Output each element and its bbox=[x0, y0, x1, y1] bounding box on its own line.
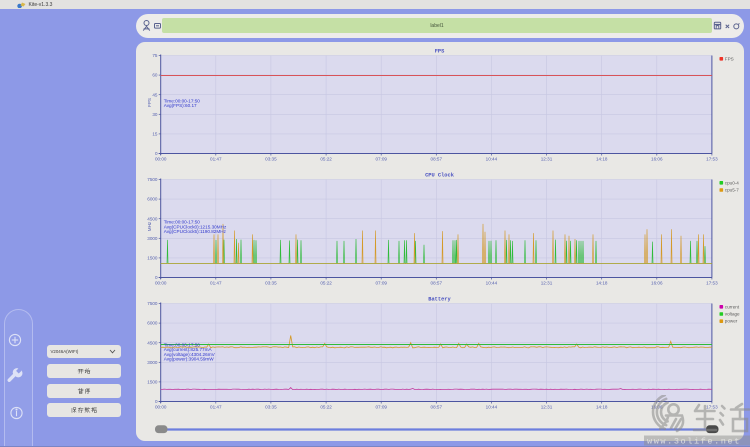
svg-text:30: 30 bbox=[152, 112, 158, 117]
svg-text:6000: 6000 bbox=[147, 321, 158, 326]
svg-text:MHz: MHz bbox=[147, 221, 152, 231]
svg-text:current: current bbox=[725, 304, 740, 309]
svg-text:45: 45 bbox=[152, 92, 158, 97]
svg-text:08:57: 08:57 bbox=[431, 405, 443, 410]
svg-text:cpu0-4: cpu0-4 bbox=[725, 180, 739, 185]
svg-text:FPS: FPS bbox=[725, 56, 734, 61]
svg-text:3000: 3000 bbox=[147, 236, 158, 241]
svg-text:07:09: 07:09 bbox=[375, 281, 387, 286]
svg-text:12:31: 12:31 bbox=[541, 157, 553, 162]
svg-text:cpu5-7: cpu5-7 bbox=[725, 188, 739, 193]
svg-text:75: 75 bbox=[152, 53, 158, 58]
svg-text:14:18: 14:18 bbox=[596, 157, 608, 162]
svg-text:6000: 6000 bbox=[147, 197, 158, 202]
svg-text:10:44: 10:44 bbox=[486, 405, 498, 410]
svg-text:60: 60 bbox=[152, 73, 158, 78]
svg-text:FPS: FPS bbox=[435, 49, 445, 55]
svg-text:17:53: 17:53 bbox=[706, 281, 718, 286]
svg-text:01:47: 01:47 bbox=[210, 405, 222, 410]
svg-text:03:35: 03:35 bbox=[265, 157, 277, 162]
svg-text:05:22: 05:22 bbox=[320, 157, 332, 162]
svg-text:08:57: 08:57 bbox=[431, 157, 443, 162]
svg-text:17:53: 17:53 bbox=[706, 157, 718, 162]
svg-text:01:47: 01:47 bbox=[210, 281, 222, 286]
svg-text:16:06: 16:06 bbox=[651, 281, 663, 286]
svg-text:07:09: 07:09 bbox=[375, 405, 387, 410]
svg-text:voltage: voltage bbox=[725, 312, 740, 317]
svg-text:1500: 1500 bbox=[147, 380, 158, 385]
svg-text:03:35: 03:35 bbox=[265, 405, 277, 410]
svg-text:Avg(FPS):60.17: Avg(FPS):60.17 bbox=[164, 103, 197, 108]
svg-text:08:57: 08:57 bbox=[431, 281, 443, 286]
svg-text:14:18: 14:18 bbox=[596, 405, 608, 410]
svg-text:FPS: FPS bbox=[147, 98, 152, 107]
svg-text:12:31: 12:31 bbox=[541, 405, 553, 410]
svg-text:7500: 7500 bbox=[147, 301, 158, 306]
svg-text:3000: 3000 bbox=[147, 360, 158, 365]
svg-text:4500: 4500 bbox=[147, 340, 158, 345]
svg-text:15: 15 bbox=[152, 132, 158, 137]
svg-text:power: power bbox=[725, 319, 738, 324]
svg-text:Avg(CPUClock5):1190.82MHz: Avg(CPUClock5):1190.82MHz bbox=[164, 229, 227, 234]
svg-text:0: 0 bbox=[155, 275, 158, 280]
svg-text:00:00: 00:00 bbox=[155, 281, 167, 286]
svg-text:0: 0 bbox=[155, 151, 158, 156]
svg-text:Battery: Battery bbox=[428, 297, 451, 303]
svg-text:10:44: 10:44 bbox=[486, 281, 498, 286]
svg-text:CPU Clock: CPU Clock bbox=[425, 173, 455, 179]
svg-text:00:00: 00:00 bbox=[155, 157, 167, 162]
svg-text:01:47: 01:47 bbox=[210, 157, 222, 162]
svg-text:12:31: 12:31 bbox=[541, 281, 553, 286]
svg-text:16:06: 16:06 bbox=[651, 157, 663, 162]
svg-text:03:35: 03:35 bbox=[265, 281, 277, 286]
svg-text:1500: 1500 bbox=[147, 256, 158, 261]
svg-text:7500: 7500 bbox=[147, 177, 158, 182]
svg-text:0: 0 bbox=[155, 399, 158, 404]
svg-text:Avg(power):3904.59mW: Avg(power):3904.59mW bbox=[164, 356, 215, 361]
svg-text:14:18: 14:18 bbox=[596, 281, 608, 286]
svg-text:00:00: 00:00 bbox=[155, 405, 167, 410]
svg-text:10:44: 10:44 bbox=[486, 157, 498, 162]
svg-text:05:22: 05:22 bbox=[320, 405, 332, 410]
svg-text:07:09: 07:09 bbox=[375, 157, 387, 162]
svg-text:4500: 4500 bbox=[147, 216, 158, 221]
svg-text:05:22: 05:22 bbox=[320, 281, 332, 286]
